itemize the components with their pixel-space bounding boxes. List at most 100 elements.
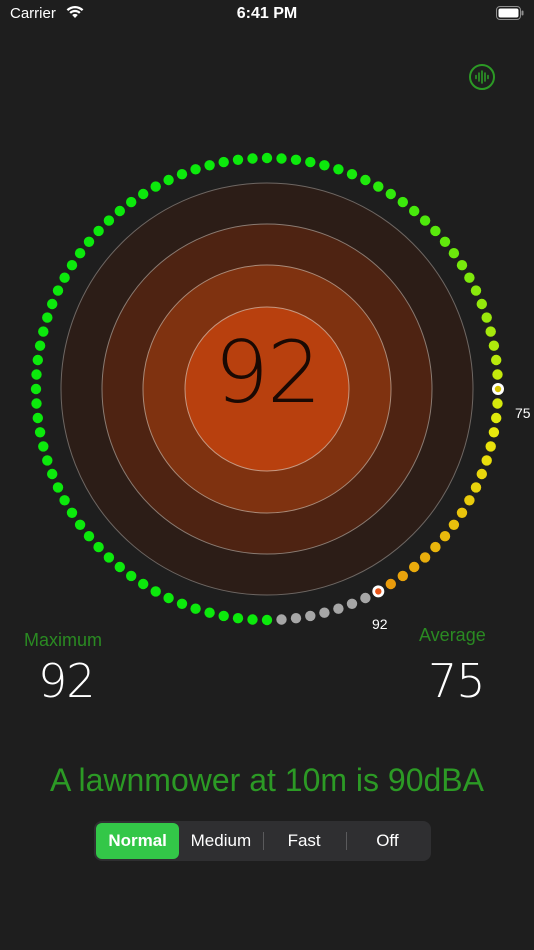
level-dot [52, 482, 64, 493]
level-dot [409, 205, 420, 217]
level-dot [360, 174, 371, 186]
level-dot [409, 561, 420, 573]
segment-off[interactable]: Off [345, 823, 429, 859]
level-dot [138, 578, 149, 590]
level-dot [290, 154, 302, 165]
level-dot [481, 455, 492, 466]
level-dot [481, 312, 492, 323]
decibel-gauge [30, 152, 504, 626]
level-dot [319, 160, 330, 171]
level-dot [470, 482, 482, 493]
level-dot [439, 531, 451, 542]
segment-normal[interactable]: Normal [96, 823, 180, 859]
level-dot [397, 196, 408, 208]
level-dot [74, 248, 86, 259]
level-dot [218, 156, 229, 168]
level-dot [204, 160, 215, 171]
level-dot [488, 340, 500, 351]
level-dot [150, 181, 161, 192]
current-marker-label: 92 [372, 616, 388, 632]
level-dot [464, 272, 475, 283]
level-dot [38, 441, 49, 452]
speed-segmented-control: Normal Medium Fast Off [94, 821, 431, 861]
level-dot [247, 614, 258, 625]
segment-fast[interactable]: Fast [262, 823, 346, 859]
level-dot [456, 507, 468, 518]
level-dot [150, 586, 161, 597]
level-dot [360, 592, 371, 604]
level-dot [419, 215, 431, 226]
level-dot [333, 603, 344, 614]
level-dot [74, 519, 86, 530]
level-dot [114, 561, 126, 573]
level-dot [163, 592, 174, 604]
level-dot [290, 613, 302, 624]
level-dot [491, 354, 502, 366]
level-dot [42, 312, 53, 323]
level-dot [456, 260, 468, 271]
level-dot [430, 225, 441, 237]
level-dot [485, 326, 496, 337]
average-marker-label: 75 [515, 405, 531, 421]
level-dot [93, 225, 104, 237]
level-dot [333, 164, 344, 175]
level-dot [232, 154, 244, 165]
level-dot [385, 578, 396, 590]
level-dot [66, 507, 78, 518]
level-dot [190, 603, 201, 614]
level-dot [305, 610, 316, 622]
level-dot [247, 153, 258, 164]
level-dot [138, 188, 149, 200]
level-dot [470, 285, 482, 296]
level-dot [47, 468, 58, 480]
level-dot [346, 169, 358, 180]
level-dot [261, 152, 273, 164]
current-reading: 92 [214, 323, 321, 423]
level-dot [103, 552, 115, 563]
level-dot [126, 196, 137, 208]
level-dot [430, 541, 441, 553]
segment-medium[interactable]: Medium [179, 823, 262, 859]
level-dot [30, 383, 42, 395]
level-dot [93, 541, 104, 553]
level-dot [126, 570, 137, 582]
level-dot [464, 495, 475, 506]
level-dot [38, 326, 49, 337]
level-dot [163, 174, 174, 186]
level-dot [114, 205, 126, 217]
level-dot [373, 181, 384, 192]
level-dot [485, 441, 496, 452]
maximum-label: Maximum [24, 630, 103, 650]
level-dot [397, 570, 408, 582]
level-dot [232, 613, 244, 624]
level-dot [42, 455, 53, 466]
level-dot [34, 340, 46, 351]
level-dot [31, 369, 42, 380]
level-dot [190, 164, 201, 175]
noise-comparison-message: A lawnmower at 10m is 90dBA [50, 762, 484, 798]
level-dot [204, 607, 215, 618]
current-level-marker-center [375, 588, 382, 595]
average-level-marker-center [494, 385, 502, 393]
level-dot [491, 412, 502, 424]
level-dot [52, 285, 64, 296]
level-dot [32, 412, 43, 424]
level-dot [59, 272, 70, 283]
level-dot [448, 519, 460, 530]
level-dot [492, 398, 503, 409]
average-value: 75 [428, 654, 486, 708]
level-dot [66, 260, 78, 271]
level-dot [476, 468, 487, 480]
level-dot [83, 236, 95, 247]
level-dot [47, 298, 58, 310]
level-dot [319, 607, 330, 618]
level-dot [448, 248, 460, 259]
level-dot [34, 427, 46, 438]
level-dot [176, 169, 188, 180]
level-dot [276, 153, 287, 164]
level-dot [419, 552, 431, 563]
level-dot [83, 531, 95, 542]
level-dot [103, 215, 115, 226]
level-dot [488, 427, 500, 438]
level-dot [346, 598, 358, 609]
